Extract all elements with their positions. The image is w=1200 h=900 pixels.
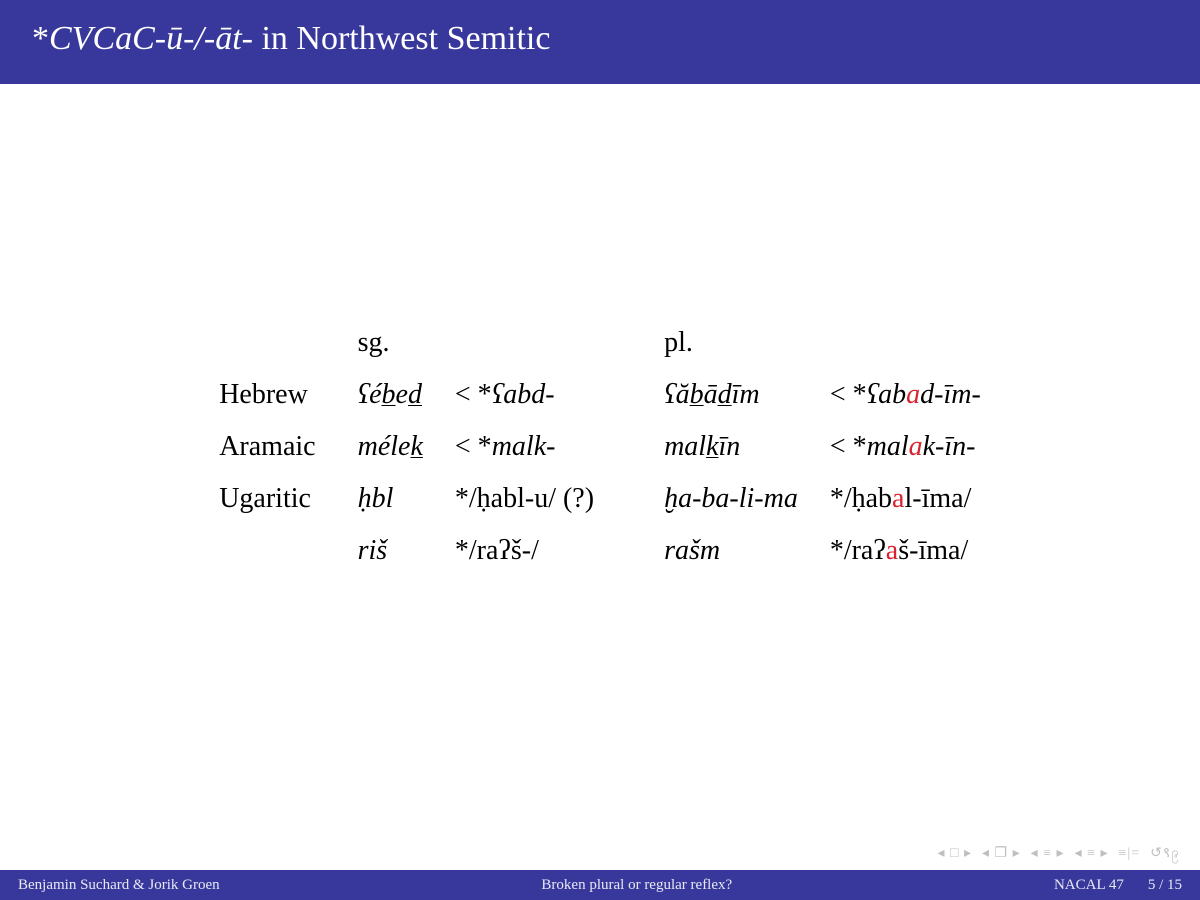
lang-hebrew: Hebrew xyxy=(205,369,343,421)
ugaritic-sg-form-2: riš xyxy=(344,525,441,577)
title-suffix: in Northwest Semitic xyxy=(253,20,550,57)
footer-authors: Benjamin Suchard & Jorik Groen xyxy=(18,877,220,894)
ugaritic-pl-etym-1: */ḥabal-īma/ xyxy=(816,473,995,525)
slide-body: sg. pl. Hebrew ʕébed < *ʕabd- ʕăbādīm < … xyxy=(0,84,1200,870)
beamer-nav-symbols: ◂ □ ▸ ◂ ❐ ▸ ◂ ≡ ▸ ◂ ≡ ▸ ≡|= ↺९၉ xyxy=(937,843,1180,864)
hebrew-pl-form: ʕăbādīm xyxy=(650,369,816,421)
nav-subsection-icon[interactable]: ◂ ❐ ▸ xyxy=(982,845,1021,862)
lang-aramaic: Aramaic xyxy=(205,421,343,473)
aramaic-sg-form: mélek xyxy=(344,421,441,473)
title-prefix: * xyxy=(32,20,49,57)
nav-frame-icon[interactable]: ◂ □ ▸ xyxy=(937,845,972,862)
table-row: Aramaic mélek < *malk- malkīn < *malak-ī… xyxy=(205,421,995,473)
title-pattern: CVCaC-ū-/-āt- xyxy=(49,20,253,57)
table-row: Ugaritic ḥbl */ḥabl-u/ (?) ḫa-ba-li-ma *… xyxy=(205,473,995,525)
header-sg: sg. xyxy=(344,317,441,369)
slide-title: *CVCaC-ū-/-āt- in Northwest Semitic xyxy=(0,0,1200,84)
hebrew-sg-etym: < *ʕabd- xyxy=(441,369,650,421)
slide-footer: Benjamin Suchard & Jorik Groen Broken pl… xyxy=(0,870,1200,900)
ugaritic-pl-form-2: rašm xyxy=(650,525,816,577)
footer-title: Broken plural or regular reflex? xyxy=(220,877,1054,894)
nav-cycle-icon[interactable]: ↺९၉ xyxy=(1150,843,1180,864)
ugaritic-sg-etym-1: */ḥabl-u/ (?) xyxy=(441,473,650,525)
aramaic-pl-etym: < *malak-īn- xyxy=(816,421,995,473)
nav-mode-icon[interactable]: ≡|= xyxy=(1119,846,1141,862)
nav-section-icon[interactable]: ◂ ≡ ▸ xyxy=(1031,845,1065,862)
footer-page: 5 / 15 xyxy=(1148,877,1182,894)
comparison-table: sg. pl. Hebrew ʕébed < *ʕabd- ʕăbādīm < … xyxy=(205,317,995,577)
aramaic-sg-etym: < *malk- xyxy=(441,421,650,473)
lang-ugaritic: Ugaritic xyxy=(205,473,343,525)
aramaic-pl-form: malkīn xyxy=(650,421,816,473)
ugaritic-sg-form-1: ḥbl xyxy=(344,473,441,525)
hebrew-pl-etym: < *ʕabad-īm- xyxy=(816,369,995,421)
ugaritic-pl-form-1: ḫa-ba-li-ma xyxy=(650,473,816,525)
table-row: riš */raʔš-/ rašm */raʔaš-īma/ xyxy=(205,525,995,577)
nav-slide-icon[interactable]: ◂ ≡ ▸ xyxy=(1075,845,1109,862)
ugaritic-sg-etym-2: */raʔš-/ xyxy=(441,525,650,577)
ugaritic-pl-etym-2: */raʔaš-īma/ xyxy=(816,525,995,577)
table-row: Hebrew ʕébed < *ʕabd- ʕăbādīm < *ʕabad-ī… xyxy=(205,369,995,421)
header-pl: pl. xyxy=(650,317,816,369)
hebrew-sg-form: ʕébed xyxy=(344,369,441,421)
footer-venue: NACAL 47 xyxy=(1054,877,1124,894)
